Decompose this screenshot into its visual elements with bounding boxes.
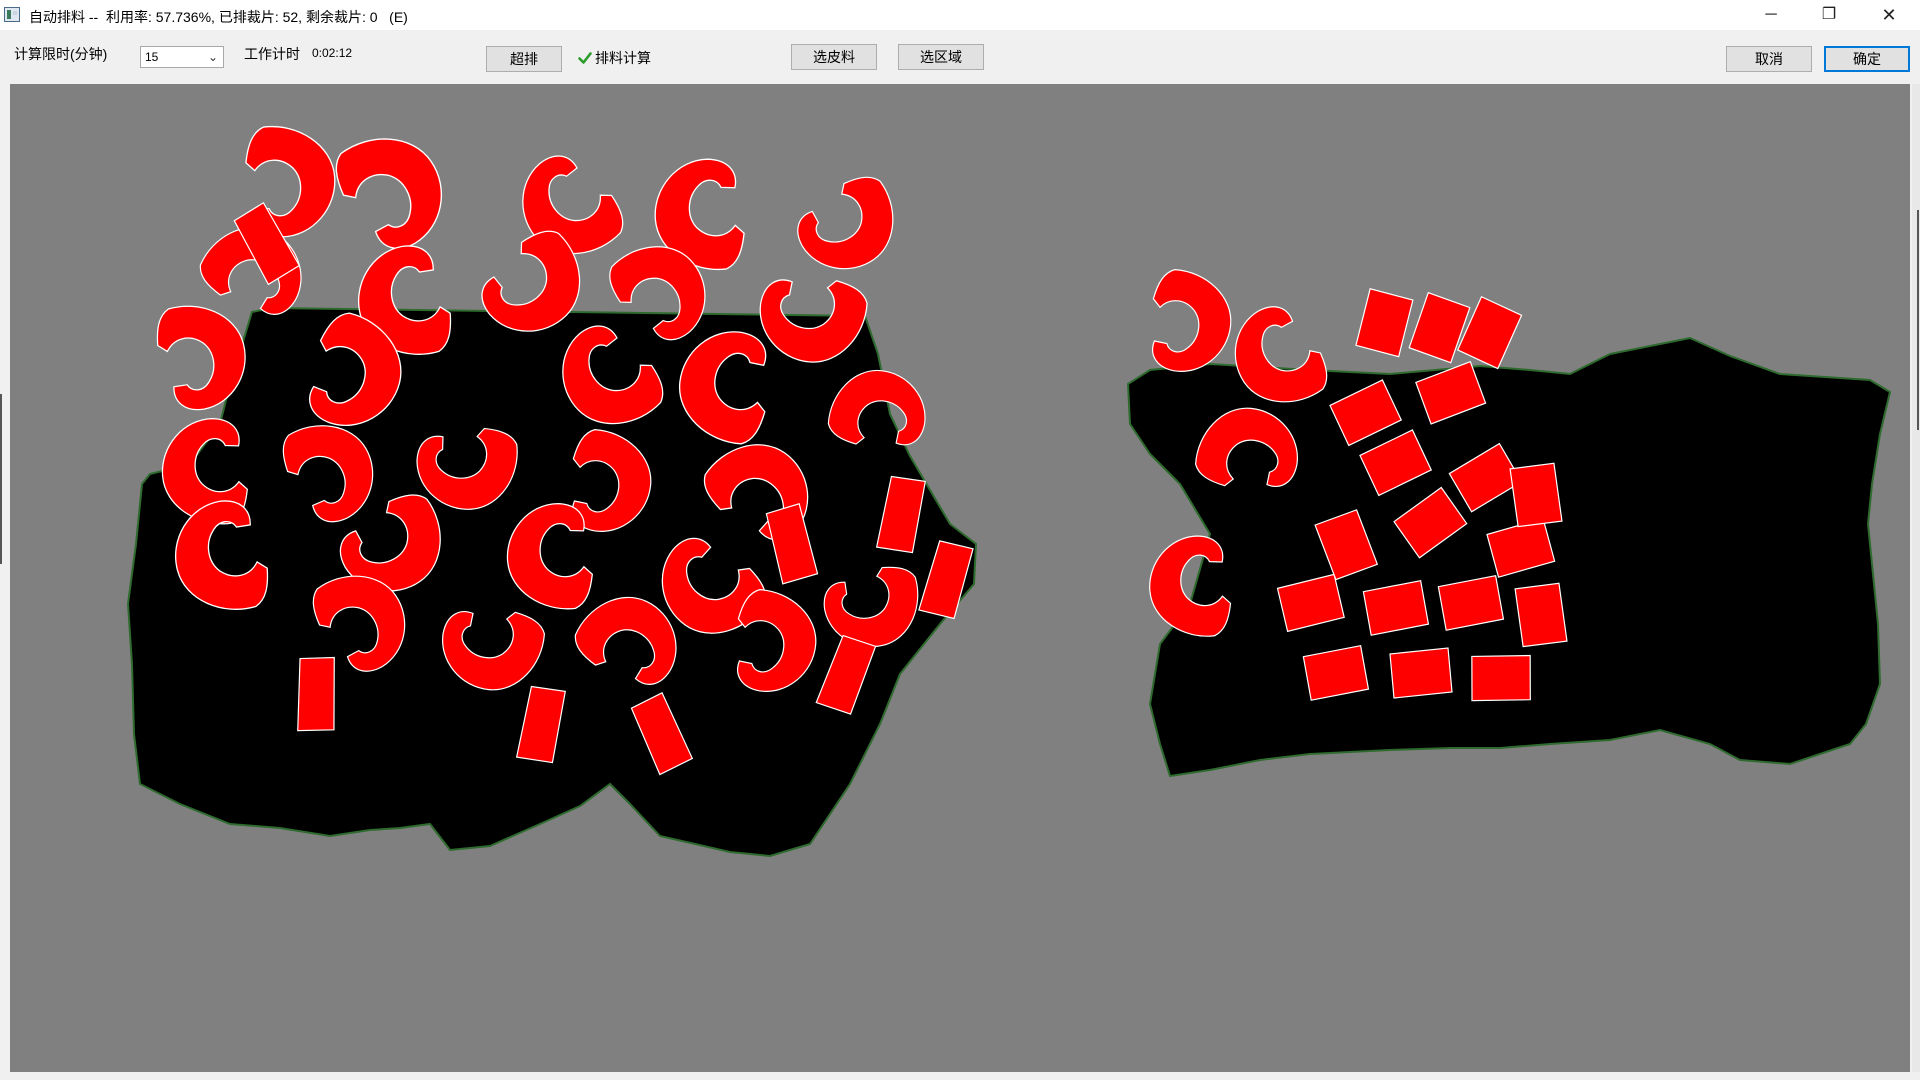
restore-button[interactable]: ❐ [1800,0,1858,30]
nested-piece [789,172,902,277]
nested-piece [1389,647,1453,699]
nested-piece [1514,582,1568,648]
nested-piece [293,653,341,735]
select-leather-button[interactable]: 选皮料 [791,44,877,70]
right-frame-edge [1912,84,1920,1072]
title-bar: 自动排料 -- 利用率: 57.736%, 已排裁片: 52, 剩余裁片: 0 … [0,0,1920,30]
nested-piece [331,129,451,258]
ok-button[interactable]: 确定 [1824,46,1910,72]
nested-piece [1509,462,1563,528]
cancel-button[interactable]: 取消 [1726,46,1812,72]
select-region-button[interactable]: 选区域 [898,44,984,70]
window-title: 自动排料 -- 利用率: 57.736%, 已排裁片: 52, 剩余裁片: 0 … [29,9,408,25]
super-nest-button[interactable]: 超排 [486,46,562,72]
work-timer-label: 工作计时 [244,46,300,62]
time-limit-select[interactable]: 15 ⌄ [140,46,224,68]
chevron-down-icon: ⌄ [207,50,218,64]
checkmark-icon [578,52,592,64]
left-frame-edge [0,84,10,1072]
time-limit-value: 15 [145,50,159,64]
nest-calc-label: 排料计算 [595,50,651,66]
nest-calc-checkbox[interactable]: 排料计算 [578,48,651,68]
nested-piece [1403,288,1476,367]
nested-piece [1467,649,1535,707]
nesting-layout[interactable] [10,84,1910,1072]
time-limit-label: 计算限时(分钟) [14,46,108,62]
app-icon [4,7,20,22]
minimize-button[interactable]: ─ [1742,0,1800,30]
work-timer-value: 0:02:12 [312,46,353,60]
nested-piece [1349,284,1420,361]
close-button[interactable]: ✕ [1860,0,1918,30]
